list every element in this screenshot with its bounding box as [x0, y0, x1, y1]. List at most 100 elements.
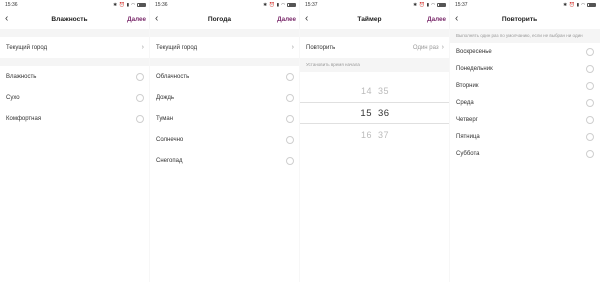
option-label: Солнечно — [156, 136, 184, 143]
radio-unselected-icon[interactable] — [136, 114, 144, 123]
bluetooth-icon: ✱ — [263, 1, 267, 7]
radio-unselected-icon[interactable] — [286, 93, 294, 102]
status-bar: 15:37 ✱ ⏰ ▮ ◠ — [300, 0, 450, 9]
day-label: Пятница — [456, 133, 480, 140]
status-bar: 15:36 ✱ ⏰ ▮ ◠ — [150, 0, 300, 9]
next-button[interactable]: Далее — [422, 16, 446, 23]
separator — [150, 58, 300, 66]
signal-icon: ▮ — [426, 1, 430, 7]
separator — [150, 29, 300, 37]
start-time-subheader: Установить время начала — [300, 58, 450, 73]
option-row[interactable]: Сухо — [0, 87, 150, 108]
bluetooth-icon: ✱ — [113, 1, 117, 7]
status-icons: ✱ ⏰ ▮ ◠ — [113, 2, 146, 8]
repeat-row[interactable]: Повторить Один раз › — [300, 37, 450, 58]
repeat-hint: Выполнять один раз по умолчанию, если не… — [450, 29, 600, 44]
day-label: Суббота — [456, 150, 480, 157]
header: ‹ Погода Далее — [150, 9, 300, 29]
humidity-screen: 15:36 ✱ ⏰ ▮ ◠ ‹ Влажность Далее Текущий … — [0, 0, 150, 282]
chevron-right-icon: › — [291, 44, 294, 51]
current-city-row[interactable]: Текущий город › — [150, 37, 300, 58]
page-title: Погода — [207, 15, 232, 23]
option-label: Комфортная — [6, 115, 42, 122]
time-picker[interactable]: 14 35 15 36 16 37 — [300, 80, 450, 150]
picker-row-selected[interactable]: 15 36 — [300, 102, 450, 125]
current-city-label: Текущий город — [6, 44, 48, 51]
option-label: Сухо — [6, 94, 20, 101]
option-row[interactable]: Дождь — [150, 87, 300, 108]
status-icons: ✱ ⏰ ▮ ◠ — [413, 2, 446, 8]
radio-unselected-icon[interactable] — [586, 64, 594, 73]
alarm-icon: ⏰ — [268, 1, 275, 7]
header: ‹ Влажность Далее — [0, 9, 150, 29]
option-row[interactable]: Снегопад — [150, 150, 300, 171]
back-arrow-icon[interactable]: ‹ — [455, 14, 467, 24]
wifi-icon: ◠ — [281, 1, 285, 7]
back-arrow-icon[interactable]: ‹ — [5, 14, 17, 24]
radio-unselected-icon[interactable] — [286, 156, 294, 165]
radio-unselected-icon[interactable] — [586, 132, 594, 141]
next-button[interactable]: Далее — [272, 16, 296, 23]
option-row[interactable]: Туман — [150, 108, 300, 129]
status-time: 15:36 — [155, 1, 168, 8]
picker-row-below[interactable]: 16 37 — [300, 124, 450, 146]
day-label: Четверг — [456, 116, 478, 123]
day-row[interactable]: Суббота — [450, 145, 600, 162]
status-bar: 15:36 ✱ ⏰ ▮ ◠ — [0, 0, 150, 9]
radio-unselected-icon[interactable] — [286, 72, 294, 81]
day-row[interactable]: Пятница — [450, 128, 600, 145]
option-label: Влажность — [6, 73, 37, 80]
radio-unselected-icon[interactable] — [586, 149, 594, 158]
option-label: Облачность — [156, 73, 190, 80]
day-row[interactable]: Воскресенье — [450, 43, 600, 60]
weather-screen: 15:36 ✱ ⏰ ▮ ◠ ‹ Погода Далее Текущий гор… — [150, 0, 300, 282]
battery-icon — [587, 2, 596, 7]
radio-unselected-icon[interactable] — [586, 81, 594, 90]
screens-row: 15:36 ✱ ⏰ ▮ ◠ ‹ Влажность Далее Текущий … — [0, 0, 600, 282]
option-row[interactable]: Влажность — [0, 66, 150, 87]
day-row[interactable]: Вторник — [450, 77, 600, 94]
bluetooth-icon: ✱ — [413, 1, 417, 7]
picker-minute: 35 — [378, 86, 390, 97]
header: ‹ Таймер Далее — [300, 9, 450, 29]
signal-icon: ▮ — [576, 1, 580, 7]
alarm-icon: ⏰ — [418, 1, 425, 7]
day-row[interactable]: Понедельник — [450, 60, 600, 77]
option-label: Дождь — [156, 94, 175, 101]
signal-icon: ▮ — [276, 1, 280, 7]
option-row[interactable]: Солнечно — [150, 129, 300, 150]
current-city-row[interactable]: Текущий город › — [0, 37, 150, 58]
status-time: 15:37 — [455, 1, 468, 8]
day-row[interactable]: Среда — [450, 94, 600, 111]
radio-unselected-icon[interactable] — [286, 135, 294, 144]
option-row[interactable]: Комфортная — [0, 108, 150, 129]
option-row[interactable]: Облачность — [150, 66, 300, 87]
repeat-label: Повторить — [306, 44, 336, 51]
radio-unselected-icon[interactable] — [136, 72, 144, 81]
radio-unselected-icon[interactable] — [586, 47, 594, 56]
wifi-icon: ◠ — [131, 1, 135, 7]
radio-unselected-icon[interactable] — [586, 98, 594, 107]
separator — [0, 58, 150, 66]
radio-unselected-icon[interactable] — [586, 115, 594, 124]
picker-minute: 36 — [378, 107, 390, 119]
picker-hour: 16 — [360, 130, 372, 141]
radio-unselected-icon[interactable] — [286, 114, 294, 123]
chevron-right-icon: › — [441, 44, 444, 51]
day-row[interactable]: Четверг — [450, 111, 600, 128]
back-arrow-icon[interactable]: ‹ — [155, 14, 167, 24]
back-arrow-icon[interactable]: ‹ — [305, 14, 317, 24]
picker-row-above[interactable]: 14 35 — [300, 80, 450, 102]
next-button[interactable]: Далее — [122, 16, 146, 23]
battery-icon — [137, 2, 146, 7]
repeat-value-group: Один раз › — [413, 44, 444, 51]
day-label: Среда — [456, 99, 474, 106]
signal-icon: ▮ — [126, 1, 130, 7]
status-time: 15:37 — [305, 1, 318, 8]
radio-unselected-icon[interactable] — [136, 93, 144, 102]
wifi-icon: ◠ — [581, 1, 585, 7]
day-label: Вторник — [456, 82, 479, 89]
status-time: 15:36 — [5, 1, 18, 8]
alarm-icon: ⏰ — [118, 1, 125, 7]
repeat-screen: 15:37 ✱ ⏰ ▮ ◠ ‹ Повторить Выполнять один… — [450, 0, 600, 282]
